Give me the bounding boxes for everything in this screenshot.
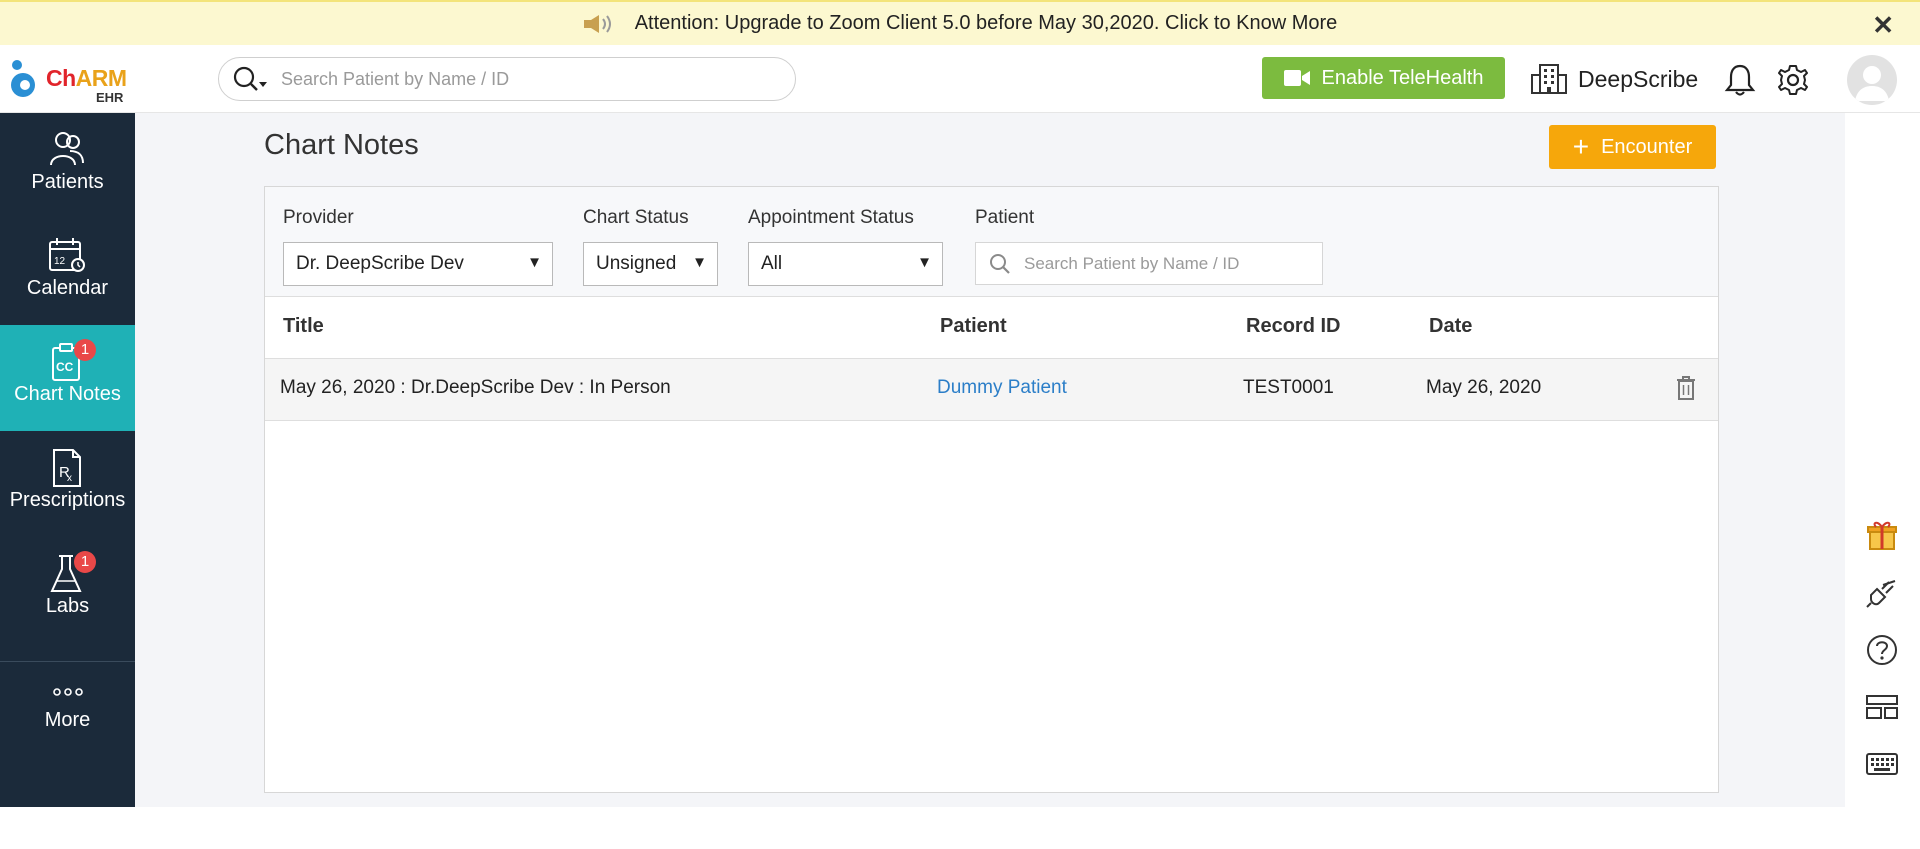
- logo-sub: EHR: [96, 90, 124, 105]
- prescription-icon: R x: [53, 449, 81, 487]
- caret-down-icon: ▼: [692, 254, 707, 271]
- row-title[interactable]: May 26, 2020 : Dr.DeepScribe Dev : In Pe…: [280, 377, 671, 399]
- column-header-date[interactable]: Date: [1429, 315, 1472, 338]
- column-header-title[interactable]: Title: [283, 315, 324, 338]
- global-search[interactable]: [218, 57, 796, 101]
- table-row[interactable]: May 26, 2020 : Dr.DeepScribe Dev : In Pe…: [265, 359, 1718, 421]
- appointment-status-label: Appointment Status: [748, 207, 914, 228]
- plug-icon[interactable]: [1865, 575, 1899, 609]
- practice-name: DeepScribe: [1578, 65, 1699, 92]
- sidebar-item-label: Labs: [45, 595, 90, 617]
- bell-icon[interactable]: [1724, 63, 1756, 97]
- keyboard-icon[interactable]: [1865, 747, 1899, 781]
- patient-filter-search[interactable]: [975, 242, 1323, 285]
- announcement-banner[interactable]: Attention: Upgrade to Zoom Client 5.0 be…: [0, 0, 1920, 45]
- chart-status-select[interactable]: Unsigned ▼: [583, 242, 718, 286]
- sidebar-item-more[interactable]: More: [0, 673, 135, 743]
- help-icon[interactable]: [1865, 633, 1899, 667]
- labs-badge: 1: [74, 551, 96, 573]
- layout-icon[interactable]: [1865, 690, 1899, 724]
- appointment-status-value: All: [761, 253, 783, 274]
- filter-bar: Provider Dr. DeepScribe Dev ▼ Chart Stat…: [265, 187, 1718, 297]
- svg-text:CC: CC: [56, 360, 74, 374]
- telehealth-label: Enable TeleHealth: [1321, 66, 1484, 89]
- charm-logo[interactable]: ChARM EHR: [6, 55, 136, 107]
- practice-selector[interactable]: DeepScribe: [1530, 59, 1698, 99]
- trash-icon[interactable]: [1675, 375, 1697, 401]
- close-icon[interactable]: ✕: [1872, 10, 1894, 41]
- row-record-id: TEST0001: [1243, 377, 1334, 398]
- row-patient-link[interactable]: Dummy Patient: [937, 377, 1067, 399]
- sidebar-item-patients[interactable]: Patients: [0, 113, 135, 219]
- more-label: More: [44, 709, 91, 731]
- speaker-icon: [583, 13, 617, 35]
- bottom-strip: [0, 807, 1845, 849]
- encounter-label: Encounter: [1601, 135, 1693, 158]
- right-rail: [1845, 113, 1920, 849]
- appointment-status-select[interactable]: All ▼: [748, 242, 943, 286]
- calendar-icon: 12: [49, 238, 85, 272]
- banner-message[interactable]: Attention: Upgrade to Zoom Client 5.0 be…: [635, 12, 1338, 35]
- gear-icon[interactable]: [1776, 63, 1810, 97]
- patient-filter-input[interactable]: [1024, 253, 1314, 274]
- left-sidebar: Patients 12 Calendar CC 1 Chart Notes R …: [0, 113, 135, 807]
- caret-down-icon: ▼: [527, 254, 542, 271]
- building-icon: [1531, 64, 1567, 94]
- top-header: ChARM EHR Enable TeleHealth: [0, 45, 1920, 113]
- chart-status-value: Unsigned: [596, 253, 677, 274]
- more-dots-icon: [53, 688, 83, 696]
- sidebar-item-prescriptions[interactable]: R x Prescriptions: [0, 431, 135, 537]
- page-title: Chart Notes: [264, 129, 419, 161]
- provider-label: Provider: [283, 207, 354, 228]
- sidebar-item-labs[interactable]: 1 Labs: [0, 537, 135, 643]
- column-header-record-id[interactable]: Record ID: [1246, 315, 1340, 338]
- provider-select[interactable]: Dr. DeepScribe Dev ▼: [283, 242, 553, 286]
- user-avatar-icon: [1855, 66, 1889, 101]
- sidebar-item-chart-notes[interactable]: CC 1 Chart Notes: [0, 325, 135, 431]
- main-content: Chart Notes + Encounter Provider Dr. Dee…: [135, 113, 1845, 807]
- svg-text:x: x: [67, 473, 72, 484]
- patient-filter-label: Patient: [975, 207, 1035, 228]
- avatar[interactable]: [1847, 55, 1897, 105]
- logo-brand: ChARM: [46, 65, 127, 91]
- search-icon: [990, 253, 1010, 274]
- chart-status-label: Chart Status: [583, 207, 689, 228]
- sidebar-item-label: Patients: [31, 171, 104, 193]
- plus-icon: +: [1572, 131, 1590, 162]
- sidebar-item-label: Chart Notes: [14, 383, 121, 405]
- gift-icon[interactable]: [1865, 518, 1899, 552]
- sidebar-divider: [0, 661, 135, 662]
- search-icon[interactable]: [231, 64, 269, 94]
- add-encounter-button[interactable]: + Encounter: [1549, 125, 1716, 169]
- search-input[interactable]: [281, 68, 761, 90]
- row-date: May 26, 2020: [1426, 377, 1542, 398]
- table-header: Title Patient Record ID Date: [265, 297, 1718, 359]
- svg-text:12: 12: [54, 256, 66, 267]
- enable-telehealth-button[interactable]: Enable TeleHealth: [1262, 57, 1505, 99]
- provider-value: Dr. DeepScribe Dev: [296, 253, 464, 274]
- video-camera-icon: [1283, 70, 1310, 86]
- sidebar-item-calendar[interactable]: 12 Calendar: [0, 219, 135, 325]
- column-header-patient[interactable]: Patient: [940, 315, 1007, 338]
- sidebar-item-label: Prescriptions: [9, 489, 126, 511]
- sidebar-item-label: Calendar: [26, 277, 109, 299]
- caret-down-icon: ▼: [917, 254, 932, 271]
- patients-icon: [50, 132, 84, 166]
- chart-notes-badge: 1: [74, 339, 96, 361]
- chart-notes-card: Provider Dr. DeepScribe Dev ▼ Chart Stat…: [264, 186, 1719, 793]
- logo-mark-icon: [11, 60, 35, 97]
